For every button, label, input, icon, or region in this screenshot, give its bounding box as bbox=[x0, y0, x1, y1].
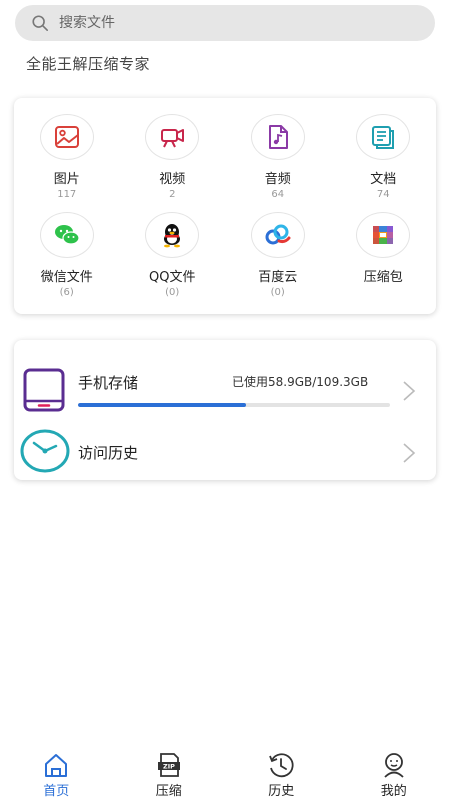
category-card: 图片 117 视频 2 音频 64 文档 74 微信文件 (6) QQ文件 (0… bbox=[14, 98, 436, 314]
storage-progress-fill bbox=[78, 403, 247, 407]
tab-label: 压缩 bbox=[155, 784, 182, 799]
phone-storage-row[interactable]: 手机存储 已使用58.9GB/109.3GB bbox=[14, 366, 436, 416]
category-count: (0) bbox=[165, 287, 180, 298]
category-audio[interactable]: 音频 64 bbox=[225, 114, 331, 212]
baidu-cloud-icon bbox=[265, 224, 291, 245]
tab-history[interactable]: 历史 bbox=[225, 746, 338, 800]
chevron-right-icon bbox=[403, 443, 416, 463]
category-label: 图片 bbox=[53, 172, 80, 187]
category-wechat[interactable]: 微信文件 (6) bbox=[14, 212, 120, 310]
storage-usage-text: 已使用58.9GB/109.3GB bbox=[232, 375, 369, 389]
qq-icon bbox=[164, 224, 181, 248]
phone-storage-icon bbox=[23, 368, 65, 412]
search-icon bbox=[32, 15, 49, 32]
svg-text:ZIP: ZIP bbox=[163, 763, 175, 771]
app-tagline: 全能王解压缩专家 bbox=[26, 55, 151, 73]
search-input[interactable] bbox=[59, 15, 379, 31]
history-icon bbox=[269, 753, 294, 778]
category-count: 117 bbox=[57, 189, 77, 200]
home-page: 全能王解压缩专家 图片 117 视频 2 bbox=[0, 0, 450, 800]
home-icon bbox=[45, 754, 68, 777]
profile-icon bbox=[384, 753, 404, 778]
category-baidu-cloud[interactable]: 百度云 (0) bbox=[225, 212, 331, 310]
category-count: 74 bbox=[376, 189, 390, 200]
category-count: 2 bbox=[169, 189, 176, 200]
document-icon bbox=[372, 126, 395, 149]
video-icon bbox=[161, 129, 185, 148]
visit-history-title: 访问历史 bbox=[78, 444, 139, 462]
category-label: 百度云 bbox=[258, 270, 298, 285]
category-label: QQ文件 bbox=[149, 270, 196, 285]
category-count: 64 bbox=[271, 189, 285, 200]
category-documents[interactable]: 文档 74 bbox=[331, 114, 437, 212]
image-icon bbox=[54, 126, 79, 148]
tab-compress[interactable]: ZIP 压缩 bbox=[113, 746, 226, 800]
bottom-tab-bar: 首页 ZIP 压缩 历史 我的 bbox=[0, 746, 450, 800]
category-label: 文档 bbox=[370, 172, 397, 187]
visit-history-row[interactable]: 访问历史 bbox=[14, 428, 436, 478]
category-label: 压缩包 bbox=[363, 270, 403, 285]
search-bar[interactable] bbox=[15, 5, 435, 41]
category-count: (0) bbox=[270, 287, 285, 298]
category-label: 视频 bbox=[159, 172, 186, 187]
tab-home[interactable]: 首页 bbox=[0, 746, 113, 800]
category-archive[interactable]: 压缩包 bbox=[331, 212, 437, 310]
tab-label: 首页 bbox=[43, 784, 70, 799]
phone-storage-title: 手机存储 bbox=[78, 374, 139, 392]
archive-icon bbox=[373, 226, 394, 244]
storage-card: 手机存储 已使用58.9GB/109.3GB 访问历史 bbox=[14, 340, 436, 480]
clock-icon bbox=[20, 429, 70, 473]
category-images[interactable]: 图片 117 bbox=[14, 114, 120, 212]
chevron-right-icon bbox=[403, 381, 416, 401]
tab-profile[interactable]: 我的 bbox=[338, 746, 450, 800]
tab-label: 我的 bbox=[380, 784, 407, 799]
audio-icon bbox=[268, 125, 288, 149]
category-label: 微信文件 bbox=[40, 270, 93, 285]
category-label: 音频 bbox=[264, 172, 291, 187]
tab-label: 历史 bbox=[268, 784, 295, 799]
wechat-icon bbox=[54, 225, 80, 245]
zip-icon: ZIP bbox=[157, 753, 180, 777]
category-count: (6) bbox=[59, 287, 74, 298]
storage-progress-bar bbox=[78, 403, 390, 407]
category-qq[interactable]: QQ文件 (0) bbox=[120, 212, 226, 310]
category-videos[interactable]: 视频 2 bbox=[120, 114, 226, 212]
